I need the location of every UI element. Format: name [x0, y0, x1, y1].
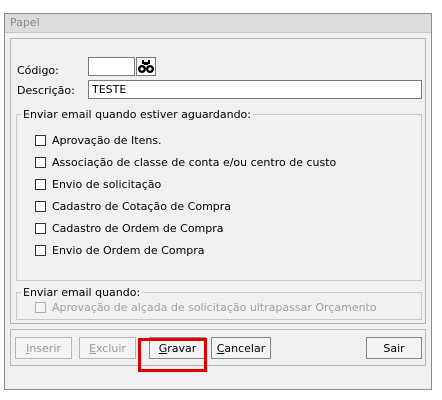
checkbox[interactable]: [35, 179, 46, 190]
checkbox-row[interactable]: Cadastro de Cotação de Compra: [35, 199, 231, 214]
descricao-input[interactable]: [88, 80, 422, 99]
codigo-input[interactable]: [88, 57, 135, 76]
highlight-box: [138, 338, 207, 372]
checkbox-label: Cadastro de Cotação de Compra: [52, 200, 232, 213]
checkbox-row[interactable]: Associação de classe de conta e/ou centr…: [35, 155, 336, 170]
cancelar-button[interactable]: Cancelar: [211, 337, 271, 359]
inserir-button[interactable]: Inserir: [15, 337, 72, 359]
checkbox[interactable]: [35, 135, 46, 146]
checkbox[interactable]: [35, 201, 46, 212]
checkbox-label: Associação de classe de conta e/ou centr…: [52, 156, 337, 169]
main-panel: Código: Descrição: Enviar email quando e…: [10, 38, 426, 324]
cancelar-label: ancelar: [224, 341, 266, 355]
codigo-label: Código:: [17, 64, 59, 77]
checkbox[interactable]: [35, 157, 46, 168]
papel-window: Papel Código: Descrição: Enviar email qu…: [4, 13, 432, 390]
checkbox-label: Aprovação de Itens.: [52, 134, 162, 147]
excluir-label: xcluir: [95, 341, 126, 355]
checkbox: [35, 302, 46, 313]
cancelar-mnemonic: C: [216, 341, 225, 355]
group-aguardando: Enviar email quando estiver aguardando: …: [16, 108, 422, 281]
group-aguardando-legend: Enviar email quando estiver aguardando:: [21, 108, 253, 121]
checkbox-row[interactable]: Cadastro de Ordem de Compra: [35, 221, 224, 236]
sair-button[interactable]: Sair: [366, 337, 422, 359]
group-quando: Enviar email quando: Aprovação de alçada…: [16, 286, 422, 320]
excluir-button[interactable]: Excluir: [79, 337, 136, 359]
group-quando-legend: Enviar email quando:: [21, 286, 143, 299]
descricao-label: Descrição:: [17, 84, 75, 97]
excluir-mnemonic: E: [89, 341, 96, 355]
checkbox-row-disabled: Aprovação de alçada de solicitação ultra…: [35, 300, 377, 315]
checkbox-row[interactable]: Aprovação de Itens.: [35, 133, 162, 148]
checkbox-label: Envio de Ordem de Compra: [52, 244, 205, 257]
checkbox[interactable]: [35, 245, 46, 256]
checkbox-label: Aprovação de alçada de solicitação ultra…: [52, 301, 377, 314]
checkbox-row[interactable]: Envio de solicitação: [35, 177, 161, 192]
sair-label: Sair: [383, 341, 405, 355]
title-bar: Papel: [5, 14, 431, 33]
inserir-label: nserir: [29, 341, 61, 355]
button-bar: Inserir Excluir Gravar Cancelar Sair: [10, 329, 426, 366]
checkbox-label: Envio de solicitação: [52, 178, 162, 191]
binoculars-icon[interactable]: [136, 57, 156, 76]
checkbox-row[interactable]: Envio de Ordem de Compra: [35, 243, 205, 258]
window-title: Papel: [10, 16, 40, 29]
checkbox[interactable]: [35, 223, 46, 234]
checkbox-label: Cadastro de Ordem de Compra: [52, 222, 224, 235]
